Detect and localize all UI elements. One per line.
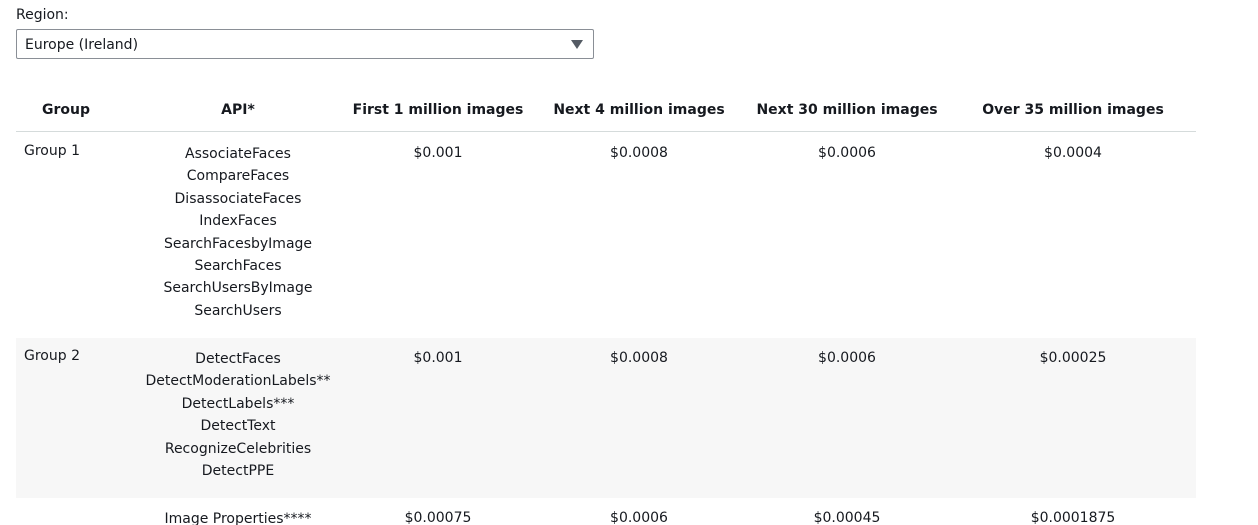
api-list: Image Properties**** xyxy=(134,498,342,525)
group-name xyxy=(16,498,134,525)
group-name: Group 2 xyxy=(24,348,80,364)
price-tier-1: $0.001 xyxy=(413,350,463,366)
api-name: DetectPPE xyxy=(201,463,275,480)
group-name: Group 1 xyxy=(24,143,80,159)
region-select-value: Europe (Ireland) xyxy=(25,37,139,53)
price-tier-2: $0.0008 xyxy=(610,350,668,366)
api-name: DetectFaces xyxy=(195,351,281,367)
price-tier-1: $0.00075 xyxy=(342,498,534,525)
api-name: DisassociateFaces xyxy=(174,190,302,207)
api-name: SearchFaces xyxy=(194,258,282,275)
header-tier-1: First 1 million images xyxy=(342,88,534,132)
price-tier-4: $0.0001875 xyxy=(950,498,1196,525)
price-tier-4: $0.00025 xyxy=(1039,350,1107,366)
table-header-row: Group API* First 1 million images Next 4… xyxy=(16,88,1196,132)
price-tier-3: $0.00045 xyxy=(744,498,950,525)
header-tier-4: Over 35 million images xyxy=(950,88,1196,132)
api-name: SearchFacesbyImage xyxy=(163,235,313,252)
api-list: DetectFaces DetectModerationLabels** Det… xyxy=(134,338,342,498)
api-name: DetectLabels*** xyxy=(181,395,295,412)
table-row: Image Properties**** $0.00075 $0.0006 $0… xyxy=(16,498,1196,525)
api-name: SearchUsers xyxy=(194,302,282,319)
api-name: DetectText xyxy=(200,418,276,435)
pricing-table: Group API* First 1 million images Next 4… xyxy=(16,88,1196,525)
header-api: API* xyxy=(134,88,342,132)
api-list: AssociateFaces CompareFaces Disassociate… xyxy=(134,132,342,339)
api-name: DetectModerationLabels** xyxy=(145,373,331,390)
price-tier-1: $0.001 xyxy=(413,145,463,161)
header-tier-2: Next 4 million images xyxy=(534,88,744,132)
price-tier-4: $0.0004 xyxy=(1044,145,1102,161)
api-name: AssociateFaces xyxy=(185,146,291,162)
price-tier-3: $0.0006 xyxy=(818,350,876,366)
price-tier-3: $0.0006 xyxy=(818,145,876,161)
api-name: Image Properties**** xyxy=(164,511,312,525)
region-label: Region: xyxy=(16,7,69,23)
api-name: CompareFaces xyxy=(186,168,290,185)
region-select[interactable]: Europe (Ireland) xyxy=(16,29,594,59)
api-name: SearchUsersByImage xyxy=(163,280,313,297)
price-tier-2: $0.0006 xyxy=(534,498,744,525)
table-row: Group 2 DetectFaces DetectModerationLabe… xyxy=(16,338,1196,498)
api-name: IndexFaces xyxy=(199,213,277,230)
header-tier-3: Next 30 million images xyxy=(744,88,950,132)
price-tier-2: $0.0008 xyxy=(610,145,668,161)
header-group: Group xyxy=(16,88,134,132)
table-row: Group 1 AssociateFaces CompareFaces Disa… xyxy=(16,132,1196,339)
caret-down-icon xyxy=(571,40,583,49)
api-name: RecognizeCelebrities xyxy=(164,440,312,457)
pricing-page: Region: Europe (Ireland) Group API* Firs… xyxy=(0,0,1258,525)
